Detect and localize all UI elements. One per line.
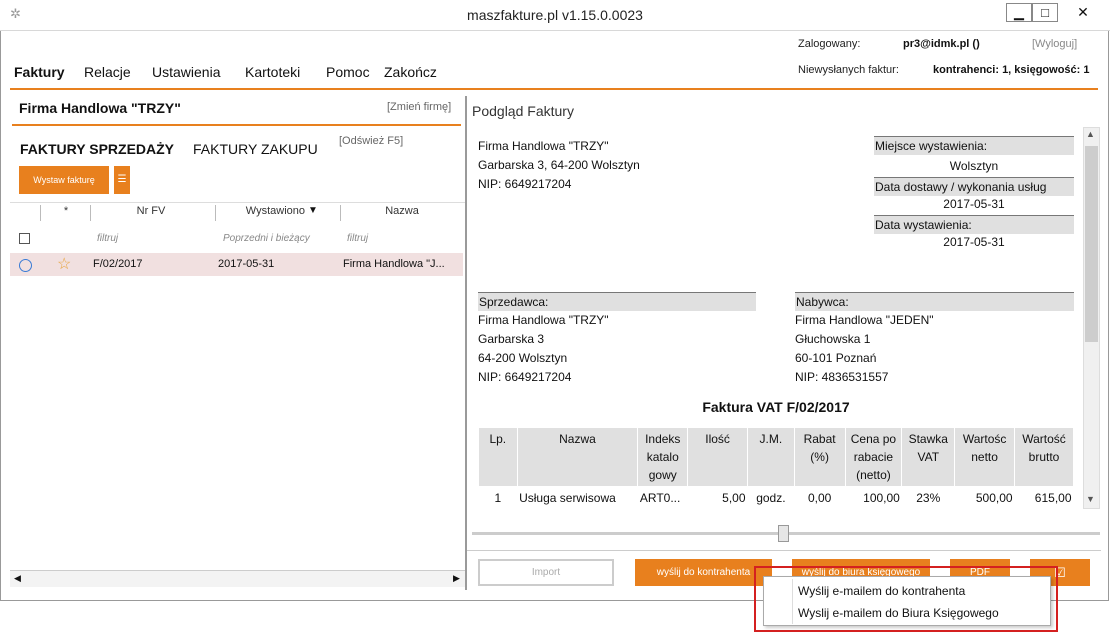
scroll-down-icon[interactable]: ▼ bbox=[1086, 494, 1095, 504]
seller-name: Firma Handlowa "TRZY" bbox=[478, 313, 609, 327]
filter-issued[interactable]: Poprzedni i bieżący bbox=[223, 233, 310, 244]
row-name: Firma Handlowa "J... bbox=[343, 258, 445, 270]
column-name[interactable]: Nazwa bbox=[341, 205, 463, 217]
column-separator bbox=[340, 205, 341, 221]
menu-pomoc[interactable]: Pomoc bbox=[326, 64, 370, 80]
header-divider bbox=[10, 88, 1098, 90]
table-row: 1 Usługa serwisowa ART0... 5,00 godz. 0,… bbox=[479, 487, 1074, 509]
change-company-link[interactable]: [Zmień firmę] bbox=[387, 101, 451, 113]
close-button[interactable]: ✕ bbox=[1070, 1, 1096, 25]
menu-kartoteki[interactable]: Kartoteki bbox=[245, 64, 300, 80]
item-name: Usługa serwisowa bbox=[519, 490, 616, 505]
item-qty: 5,00 bbox=[722, 490, 746, 505]
issuer-name: Firma Handlowa "TRZY" bbox=[478, 139, 609, 153]
row-radio[interactable] bbox=[19, 259, 32, 272]
issue-date-value: 2017-05-31 bbox=[943, 235, 1005, 249]
item-index: ART0... bbox=[639, 490, 681, 505]
invoice-items-table: Lp. Nazwa Indeks katalo gowy Ilość J.M. … bbox=[478, 427, 1074, 509]
scroll-right-icon[interactable]: ▶ bbox=[453, 573, 460, 584]
star-icon[interactable]: ☆ bbox=[57, 254, 71, 274]
column-separator bbox=[90, 205, 91, 221]
unsent-label: Niewysłanych faktur: bbox=[798, 64, 899, 76]
filter-name[interactable]: filtruj bbox=[347, 233, 368, 244]
column-nr[interactable]: Nr FV bbox=[91, 205, 211, 217]
horizontal-scrollbar[interactable] bbox=[10, 570, 465, 587]
zoom-slider-thumb[interactable] bbox=[778, 525, 789, 542]
row-nr: F/02/2017 bbox=[93, 258, 143, 270]
refresh-link[interactable]: [Odśwież F5] bbox=[339, 135, 403, 147]
seller-street: Garbarska 3 bbox=[478, 332, 545, 346]
list-options-button[interactable]: ☰ bbox=[114, 166, 130, 194]
login-label: Zalogowany: bbox=[798, 38, 861, 50]
company-divider bbox=[12, 124, 461, 126]
place-label: Miejsce wystawienia: bbox=[874, 136, 1074, 155]
col-price: Cena po rabacie (netto) bbox=[844, 427, 903, 487]
issuer-address: Garbarska 3, 64-200 Wolsztyn bbox=[478, 158, 640, 172]
menu-ustawienia[interactable]: Ustawienia bbox=[152, 64, 220, 80]
delivery-value: 2017-05-31 bbox=[943, 197, 1005, 211]
menu-relacje[interactable]: Relacje bbox=[84, 64, 131, 80]
buyer-nip: NIP: 4836531557 bbox=[795, 370, 889, 384]
login-user: pr3@idmk.pl () bbox=[903, 38, 980, 50]
bottom-divider bbox=[467, 550, 1101, 551]
send-to-client-button[interactable]: wyślij do kontrahenta bbox=[635, 559, 772, 586]
panel-splitter[interactable] bbox=[465, 96, 467, 590]
scroll-thumb[interactable] bbox=[1085, 146, 1098, 342]
preview-title: Podgląd Faktury bbox=[472, 103, 574, 119]
issue-date-label: Data wystawienia: bbox=[874, 215, 1074, 234]
logout-link[interactable]: [Wyloguj] bbox=[1032, 38, 1077, 50]
issue-invoice-button[interactable]: Wystaw fakturę bbox=[19, 166, 109, 194]
buyer-city: 60-101 Poznań bbox=[795, 351, 877, 365]
item-discount: 0,00 bbox=[807, 490, 832, 505]
filter-nr[interactable]: filtruj bbox=[97, 233, 118, 244]
col-gross: Wartość brutto bbox=[1014, 427, 1074, 487]
minimize-button[interactable]: ▁ bbox=[1006, 3, 1032, 22]
item-unit: godz. bbox=[756, 490, 786, 505]
maximize-button[interactable]: □ bbox=[1032, 3, 1058, 22]
menu-faktury[interactable]: Faktury bbox=[14, 64, 65, 80]
seller-city: 64-200 Wolsztyn bbox=[478, 351, 568, 365]
col-lp: Lp. bbox=[478, 427, 518, 487]
import-button[interactable]: Import bbox=[478, 559, 614, 586]
item-vat: 23% bbox=[916, 490, 941, 505]
window-title: maszfakture.pl v1.15.0.0023 bbox=[467, 7, 643, 23]
place-value: Wolsztyn bbox=[949, 159, 999, 173]
col-unit: J.M. bbox=[747, 427, 795, 487]
col-qty: Ilość bbox=[687, 427, 749, 487]
item-price: 100,00 bbox=[863, 490, 900, 505]
row-date: 2017-05-31 bbox=[218, 258, 275, 270]
seller-nip: NIP: 6649217204 bbox=[478, 370, 572, 384]
col-net: Wartośc netto bbox=[954, 427, 1016, 487]
item-gross: 615,00 bbox=[1034, 490, 1072, 505]
buyer-street: Głuchowska 1 bbox=[795, 332, 871, 346]
column-issued[interactable]: Wystawiono bbox=[216, 205, 320, 217]
column-star[interactable]: * bbox=[42, 205, 90, 217]
menu-zakoncz[interactable]: Zakończ bbox=[384, 64, 437, 80]
tab-purchase-invoices[interactable]: FAKTURY ZAKUPU bbox=[193, 141, 318, 157]
delivery-label: Data dostawy / wykonania usług bbox=[874, 177, 1074, 196]
col-vat: Stawka VAT bbox=[901, 427, 956, 487]
company-name: Firma Handlowa "TRZY" bbox=[19, 100, 181, 116]
buyer-label: Nabywca: bbox=[795, 292, 1074, 311]
seller-label: Sprzedawca: bbox=[478, 292, 756, 311]
col-name: Nazwa bbox=[516, 427, 639, 487]
sort-desc-icon: ▼ bbox=[308, 205, 318, 216]
scroll-up-icon[interactable]: ▲ bbox=[1086, 129, 1095, 139]
col-discount: Rabat (%) bbox=[793, 427, 846, 487]
select-all-checkbox[interactable] bbox=[19, 233, 30, 244]
col-index: Indeks katalo gowy bbox=[637, 427, 689, 487]
highlight-box bbox=[754, 566, 1058, 632]
invoice-title: Faktura VAT F/02/2017 bbox=[702, 399, 850, 415]
item-lp: 1 bbox=[494, 490, 502, 505]
item-net: 500,00 bbox=[975, 490, 1013, 505]
buyer-name: Firma Handlowa "JEDEN" bbox=[795, 313, 934, 327]
scroll-left-icon[interactable]: ◀ bbox=[14, 573, 21, 584]
column-separator bbox=[40, 205, 41, 221]
issuer-nip: NIP: 6649217204 bbox=[478, 177, 572, 191]
unsent-value: kontrahenci: 1, księgowość: 1 bbox=[933, 64, 1090, 76]
tab-sales-invoices[interactable]: FAKTURY SPRZEDAŻY bbox=[20, 141, 174, 157]
column-separator bbox=[215, 205, 216, 221]
